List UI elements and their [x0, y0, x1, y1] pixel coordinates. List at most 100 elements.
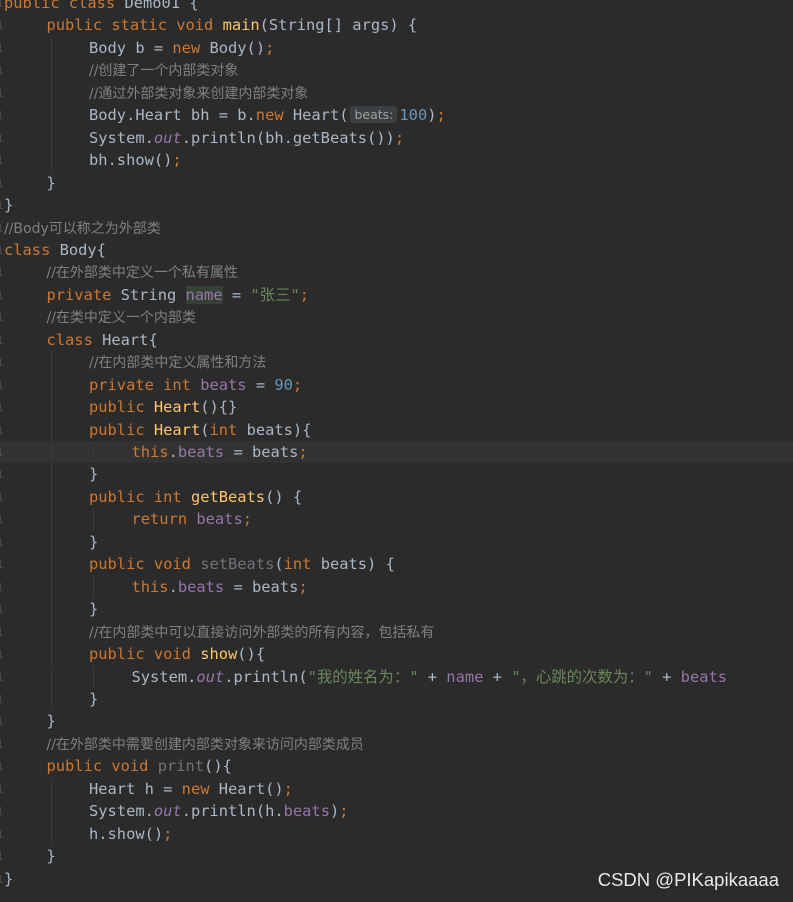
code-token: "我的姓名为："	[307, 667, 419, 686]
fold-marker-icon[interactable]	[0, 717, 3, 726]
code-token: (){	[237, 645, 266, 664]
code-line[interactable]: public Heart(int beats){	[0, 418, 793, 441]
code-token: (){	[204, 757, 232, 776]
code-line[interactable]: //在内部类中可以直接访问外部类的所有内容，包括私有	[0, 620, 793, 644]
fold-marker-icon[interactable]	[0, 425, 3, 434]
fold-marker-icon[interactable]	[0, 560, 3, 569]
fold-marker-icon[interactable]	[0, 358, 3, 367]
fold-marker-icon[interactable]	[0, 807, 3, 816]
fold-marker-icon[interactable]	[0, 627, 3, 636]
code-text: Body b = new Body();	[89, 37, 274, 59]
code-line[interactable]: public void setBeats(int beats) {	[0, 553, 793, 576]
code-token: beats	[196, 510, 243, 529]
code-line[interactable]: }	[0, 845, 793, 867]
code-text: }	[47, 845, 56, 867]
indent-guide	[50, 643, 52, 666]
code-token: Demo01 {	[124, 0, 199, 12]
code-line[interactable]: bh.show();	[0, 149, 793, 172]
code-line[interactable]: public Heart(){}	[0, 396, 793, 419]
fold-marker-icon[interactable]	[0, 694, 3, 703]
code-line[interactable]: public int getBeats() {	[0, 485, 793, 509]
code-line[interactable]: private int beats = 90;	[0, 373, 793, 397]
code-token: }	[89, 532, 99, 551]
fold-marker-icon[interactable]	[0, 156, 3, 165]
fold-marker-icon[interactable]	[0, 268, 3, 277]
code-line[interactable]: }	[0, 687, 793, 711]
fold-marker-icon[interactable]	[0, 762, 3, 771]
code-line[interactable]: class Body{	[0, 239, 793, 261]
fold-marker-icon[interactable]	[0, 784, 3, 793]
fold-marker-icon[interactable]	[0, 43, 3, 52]
fold-marker-icon[interactable]	[0, 582, 3, 591]
fold-marker-icon[interactable]	[0, 88, 3, 97]
indent-guide	[50, 687, 52, 711]
code-editor[interactable]: public class Demo01 {public static void …	[0, 0, 793, 902]
fold-marker-icon[interactable]	[0, 874, 3, 883]
fold-marker-icon[interactable]	[0, 313, 3, 322]
code-line[interactable]: public class Demo01 {	[0, 0, 793, 14]
code-line[interactable]: }	[0, 598, 793, 621]
code-line[interactable]: public void print(){	[0, 755, 793, 777]
code-line[interactable]: return beats;	[0, 508, 793, 531]
code-line[interactable]: private String name = "张三";	[0, 284, 793, 306]
fold-marker-icon[interactable]	[0, 0, 3, 7]
code-line[interactable]: //在外部类中定义一个私有属性	[0, 261, 793, 283]
fold-marker-icon[interactable]	[0, 66, 3, 75]
code-line[interactable]: //Body可以称之为外部类	[0, 217, 793, 239]
code-line[interactable]: Heart h = new Heart();	[0, 777, 793, 801]
fold-marker-icon[interactable]	[0, 605, 3, 614]
code-token: new	[172, 38, 210, 57]
code-line[interactable]: System.out.println(bh.getBeats());	[0, 126, 793, 150]
code-line[interactable]: System.out.println(h.beats);	[0, 800, 793, 823]
fold-marker-icon[interactable]	[0, 245, 3, 254]
code-token: ;	[394, 128, 405, 147]
fold-marker-icon[interactable]	[0, 201, 3, 210]
code-line[interactable]: class Heart{	[0, 329, 793, 351]
code-line[interactable]: }	[0, 463, 793, 486]
fold-marker-icon[interactable]	[0, 829, 3, 838]
code-line[interactable]: this.beats = beats;	[0, 575, 793, 599]
indent-guide	[50, 149, 52, 172]
code-line[interactable]: System.out.println("我的姓名为：" + name + "，心…	[0, 665, 793, 688]
code-line[interactable]: this.beats = beats;	[0, 441, 793, 464]
fold-marker-icon[interactable]	[0, 470, 3, 479]
code-token: ;	[172, 151, 182, 170]
code-line[interactable]: Body.Heart bh = b.new Heart(beats: 100);	[0, 104, 793, 127]
code-line[interactable]: //在类中定义一个内部类	[0, 306, 793, 328]
fold-marker-icon[interactable]	[0, 492, 3, 501]
code-line[interactable]: Body b = new Body();	[0, 36, 793, 60]
fold-marker-icon[interactable]	[0, 290, 3, 299]
fold-marker-icon[interactable]	[0, 223, 3, 232]
code-line[interactable]: //创建了一个内部类对象	[0, 59, 793, 82]
fold-marker-icon[interactable]	[0, 380, 3, 389]
code-token: =	[222, 285, 251, 304]
indent-guide	[50, 620, 52, 644]
code-text: class Heart{	[47, 329, 158, 351]
fold-marker-icon[interactable]	[0, 335, 3, 344]
code-token: name	[446, 667, 484, 686]
code-line[interactable]: }	[0, 194, 793, 216]
code-line[interactable]: //在外部类中需要创建内部类对象来访问内部类成员	[0, 733, 793, 755]
fold-marker-icon[interactable]	[0, 178, 3, 187]
code-line[interactable]: //在内部类中定义属性和方法	[0, 351, 793, 374]
fold-marker-icon[interactable]	[0, 515, 3, 524]
code-line[interactable]: public static void main(String[] args) {	[0, 14, 793, 36]
fold-marker-icon[interactable]	[0, 650, 3, 659]
fold-marker-icon[interactable]	[0, 448, 3, 456]
code-line[interactable]: h.show();	[0, 822, 793, 846]
code-line[interactable]: }	[0, 172, 793, 194]
fold-marker-icon[interactable]	[0, 133, 3, 142]
code-line[interactable]: }	[0, 530, 793, 554]
code-line[interactable]: }	[0, 710, 793, 732]
fold-marker-icon[interactable]	[0, 21, 3, 30]
fold-marker-icon[interactable]	[0, 739, 3, 748]
code-line[interactable]: //通过外部类对象来创建内部类对象	[0, 81, 793, 105]
code-text: System.out.println(bh.getBeats());	[89, 127, 404, 149]
fold-marker-icon[interactable]	[0, 111, 3, 120]
fold-marker-icon[interactable]	[0, 537, 3, 546]
fold-marker-icon[interactable]	[0, 672, 3, 681]
fold-marker-icon[interactable]	[0, 852, 3, 861]
fold-marker-icon[interactable]	[0, 403, 3, 412]
code-token: }	[46, 173, 56, 192]
code-line[interactable]: public void show(){	[0, 643, 793, 666]
